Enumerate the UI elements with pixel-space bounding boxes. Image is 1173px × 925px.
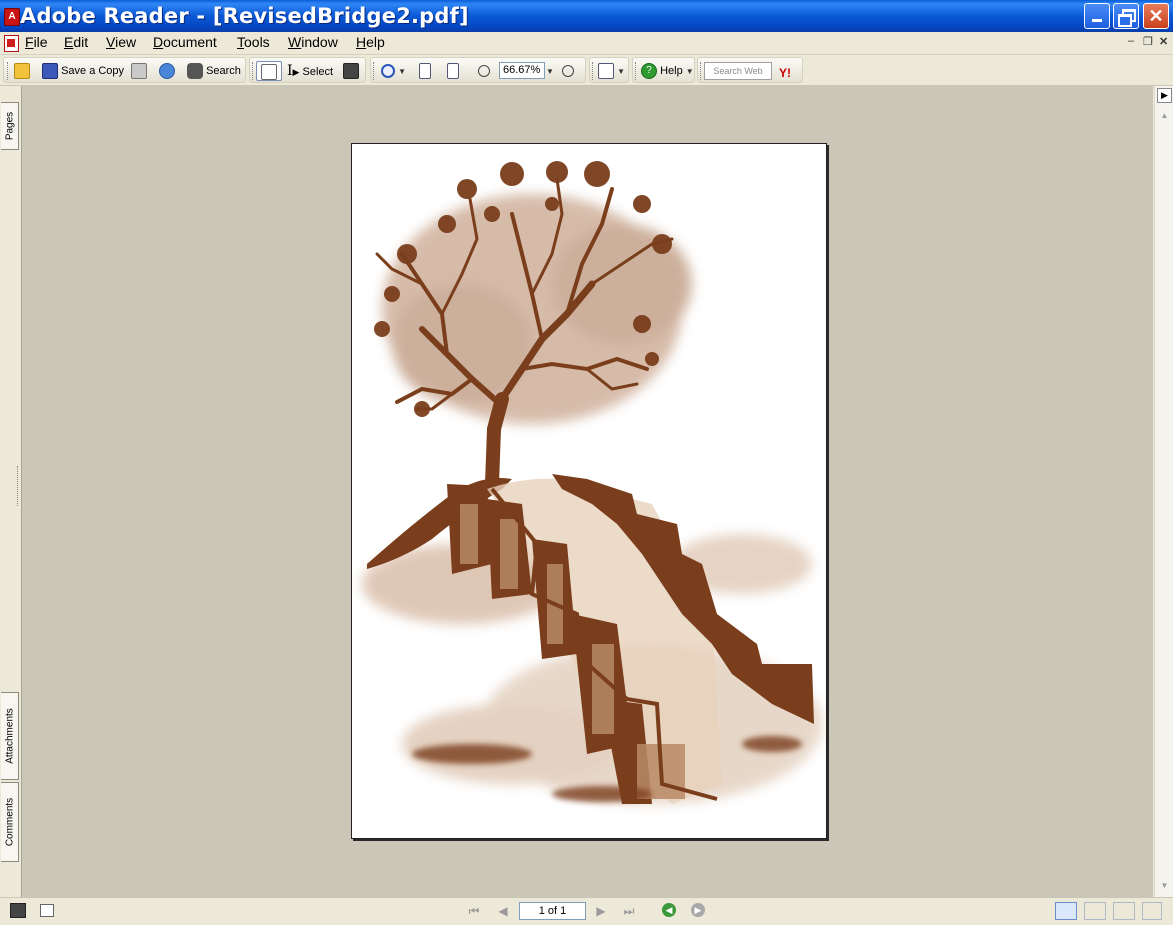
open-folder-icon [14, 63, 30, 80]
tasks-icon[interactable] [10, 903, 26, 918]
zoom-in-plus-icon [562, 65, 574, 78]
binoculars-icon [187, 63, 203, 80]
menu-file[interactable]: File [23, 34, 50, 50]
pages-icon [598, 63, 614, 80]
file-toolbar: Save a Copy Search [3, 57, 246, 83]
print-icon [131, 63, 147, 80]
tools-toolbar: I▶ Select [249, 57, 366, 83]
zoom-out-icon [478, 65, 490, 78]
menu-tools[interactable]: Tools [235, 34, 272, 50]
tab-attachments[interactable]: Attachments [1, 692, 19, 780]
pages-toolbar: ▼ [589, 57, 629, 83]
menu-view[interactable]: View [104, 34, 138, 50]
bridge-tree-illustration [362, 161, 822, 804]
menu-window[interactable]: Window [286, 34, 340, 50]
doc-close-button[interactable]: ✕ [1159, 35, 1168, 48]
facing-layout-button[interactable] [1113, 902, 1135, 920]
page-size-icon[interactable] [40, 904, 54, 917]
print-button[interactable] [131, 61, 147, 81]
single-page-layout-button[interactable] [1055, 902, 1077, 920]
select-tool-button[interactable]: I▶ Select [287, 61, 333, 81]
minimize-button[interactable] [1084, 3, 1110, 29]
toolbar: Save a Copy Search I▶ Select ▼ 66.67% ▼ … [0, 55, 1173, 86]
hand-icon [261, 64, 277, 81]
tab-comments[interactable]: Comments [1, 782, 19, 862]
fit-width-icon [447, 63, 459, 80]
zoom-dropdown-button[interactable]: ▼ [546, 61, 554, 81]
pane-menu-button[interactable]: ▶ [1157, 88, 1172, 103]
email-icon [159, 63, 175, 80]
continuous-layout-button[interactable] [1084, 902, 1106, 920]
search-web-toolbar: Search Web Y! [697, 57, 803, 83]
adobe-reader-icon[interactable]: A [4, 8, 20, 26]
open-button[interactable] [14, 61, 30, 81]
yahoo-search-button[interactable]: Y! [779, 61, 799, 81]
close-icon: ✕ [1148, 6, 1164, 26]
previous-page-button[interactable]: ◀ [495, 902, 511, 920]
previous-view-button[interactable]: ◀ [662, 903, 676, 917]
help-button[interactable]: ? Help ▼ [641, 61, 694, 81]
hand-tool-button[interactable] [256, 61, 282, 81]
vertical-scrollbar[interactable]: ▶ ▲ ▼ [1154, 86, 1173, 897]
tab-pages[interactable]: Pages [1, 102, 19, 150]
restore-button[interactable] [1113, 3, 1139, 29]
minimize-icon [1092, 19, 1102, 22]
doc-minimize-button[interactable]: – [1128, 35, 1134, 47]
status-bar: ⏮ ◀ 1 of 1 ▶ ⏭ ◀ ▶ [0, 897, 1173, 925]
fit-width-button[interactable] [447, 61, 459, 81]
next-view-button[interactable]: ▶ [691, 903, 705, 917]
email-button[interactable] [159, 61, 175, 81]
navigation-pane: Pages Attachments Comments [0, 86, 22, 897]
chevron-down-icon: ▼ [546, 67, 554, 76]
pane-resize-handle[interactable] [17, 466, 21, 506]
menu-bar: File Edit View Document Tools Window Hel… [0, 32, 1173, 55]
pdf-page [351, 143, 827, 839]
page-layout-button[interactable]: ▼ [598, 61, 625, 81]
next-page-button[interactable]: ▶ [593, 902, 609, 920]
menu-edit[interactable]: Edit [62, 34, 90, 50]
first-page-button[interactable]: ⏮ [466, 902, 482, 920]
zoom-level-input[interactable]: 66.67% [499, 62, 545, 79]
continuous-facing-layout-button[interactable] [1142, 902, 1162, 920]
close-button[interactable]: ✕ [1143, 3, 1169, 29]
zoom-in-tool-button[interactable]: ▼ [381, 61, 406, 81]
zoom-in-icon [381, 64, 395, 79]
title-bar: A Adobe Reader - [RevisedBridge2.pdf] ✕ [0, 0, 1173, 32]
scroll-down-button[interactable]: ▼ [1157, 878, 1172, 893]
snapshot-button[interactable] [343, 61, 359, 81]
zoom-out-button[interactable] [478, 61, 490, 81]
menu-help[interactable]: Help [354, 34, 387, 50]
fit-page-icon [419, 63, 431, 80]
help-icon: ? [641, 63, 657, 80]
last-page-button[interactable]: ⏭ [621, 902, 637, 920]
menu-document[interactable]: Document [151, 34, 219, 50]
fit-page-button[interactable] [419, 61, 431, 81]
save-copy-button[interactable]: Save a Copy [42, 61, 124, 81]
search-button[interactable]: Search [187, 61, 241, 81]
help-toolbar: ? Help ▼ [632, 57, 695, 83]
save-icon [42, 63, 58, 80]
page-number-input[interactable]: 1 of 1 [519, 902, 586, 920]
document-viewport[interactable] [22, 86, 1153, 897]
yahoo-icon: Y! [779, 66, 791, 81]
forward-arrow-icon: ▶ [694, 905, 702, 915]
scroll-up-button[interactable]: ▲ [1157, 108, 1172, 123]
camera-icon [343, 63, 359, 80]
search-web-input[interactable]: Search Web [704, 62, 772, 80]
window-title: Adobe Reader - [RevisedBridge2.pdf] [20, 4, 469, 28]
document-icon[interactable] [4, 35, 19, 52]
doc-restore-button[interactable]: ❐ [1143, 35, 1153, 48]
zoom-toolbar: ▼ 66.67% ▼ [370, 57, 586, 83]
zoom-in-button[interactable] [562, 61, 574, 81]
back-arrow-icon: ◀ [665, 905, 673, 915]
